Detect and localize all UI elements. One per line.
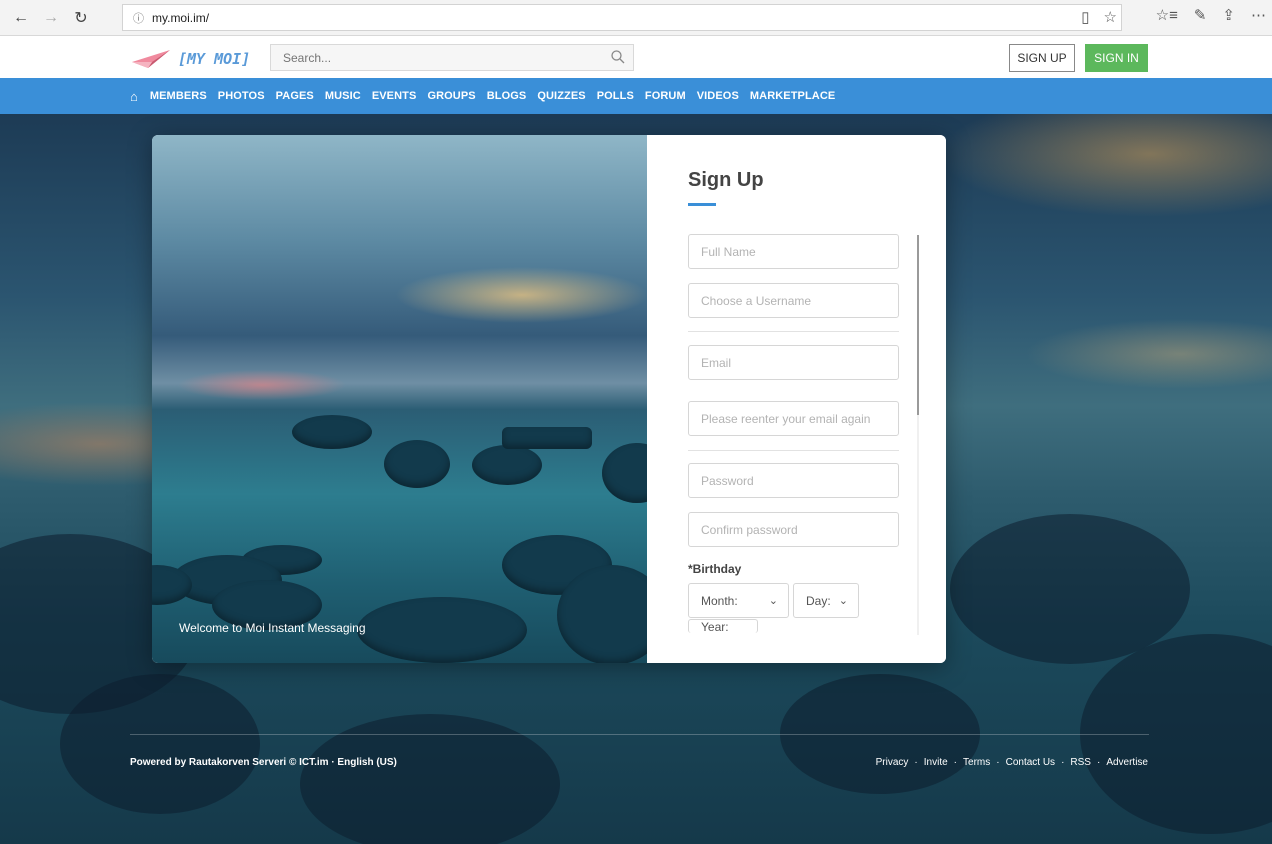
menu-item-forum[interactable]: FORUM bbox=[645, 90, 686, 102]
scrollbar-thumb[interactable] bbox=[917, 235, 919, 415]
browser-actions: ☆≡ ✎ ⇪ ⋯ bbox=[1156, 6, 1266, 24]
search-box[interactable] bbox=[270, 44, 634, 71]
logo-text: [MY MOI] bbox=[178, 50, 251, 68]
menu-item-quizzes[interactable]: QUIZZES bbox=[537, 90, 585, 102]
day-select[interactable]: Day: ⌄ bbox=[793, 583, 859, 618]
birthday-label: *Birthday bbox=[688, 562, 742, 576]
home-icon[interactable]: ⌂ bbox=[130, 89, 138, 104]
browser-toolbar: ← → ↻ ⓘ my.moi.im/ ▯ ☆ ☆≡ ✎ ⇪ ⋯ bbox=[0, 0, 1272, 36]
day-select-label: Day: bbox=[806, 593, 831, 608]
share-icon[interactable]: ⇪ bbox=[1222, 6, 1235, 24]
year-select-label: Year: bbox=[701, 620, 729, 633]
email-field[interactable] bbox=[688, 345, 899, 380]
address-bar[interactable]: ⓘ my.moi.im/ bbox=[122, 4, 1122, 31]
sign-up-button[interactable]: SIGN UP bbox=[1009, 44, 1075, 72]
footer-powered-by: Powered by Rautakorven Serveri © ICT.im … bbox=[130, 757, 397, 768]
menu-item-members[interactable]: MEMBERS bbox=[150, 90, 207, 102]
full-name-field[interactable] bbox=[688, 234, 899, 269]
menu-item-polls[interactable]: POLLS bbox=[597, 90, 634, 102]
card-image: Welcome to Moi Instant Messaging bbox=[152, 135, 672, 663]
menu-item-groups[interactable]: GROUPS bbox=[427, 90, 475, 102]
year-select[interactable]: Year: bbox=[688, 619, 758, 633]
site-logo[interactable]: [MY MOI] bbox=[130, 48, 250, 70]
welcome-text: Welcome to Moi Instant Messaging bbox=[179, 621, 366, 635]
password-confirm-field[interactable] bbox=[688, 512, 899, 547]
reading-view-icon[interactable]: ▯ bbox=[1081, 8, 1089, 26]
favorite-star-icon[interactable]: ☆ bbox=[1104, 8, 1117, 26]
form-title: Sign Up bbox=[688, 169, 764, 191]
refresh-icon[interactable]: ↻ bbox=[66, 3, 96, 33]
footer-links: Privacy · Invite · Terms · Contact Us · RSS ·… bbox=[875, 757, 1148, 768]
month-select[interactable]: Month: ⌄ bbox=[688, 583, 789, 618]
menu-item-events[interactable]: EVENTS bbox=[372, 90, 417, 102]
footer-link-privacy[interactable]: Privacy bbox=[876, 757, 909, 768]
pen-icon[interactable]: ✎ bbox=[1194, 6, 1207, 24]
menu-item-music[interactable]: MUSIC bbox=[325, 90, 361, 102]
divider bbox=[688, 331, 899, 332]
main-menu: ⌂ MEMBERS PHOTOS PAGES MUSIC EVENTS GROU… bbox=[0, 78, 1272, 114]
chevron-down-icon: ⌄ bbox=[838, 595, 848, 607]
menu-item-photos[interactable]: PHOTOS bbox=[218, 90, 265, 102]
favorites-list-icon[interactable]: ☆≡ bbox=[1156, 6, 1178, 24]
search-icon[interactable] bbox=[611, 50, 625, 64]
menu-item-pages[interactable]: PAGES bbox=[276, 90, 314, 102]
menu-item-videos[interactable]: VIDEOS bbox=[697, 90, 739, 102]
title-underline bbox=[688, 203, 716, 206]
chevron-down-icon: ⌄ bbox=[768, 595, 778, 607]
search-input[interactable] bbox=[283, 50, 583, 65]
back-icon[interactable]: ← bbox=[6, 3, 36, 33]
sign-in-button[interactable]: SIGN IN bbox=[1085, 44, 1148, 72]
footer-link-contact[interactable]: Contact Us bbox=[1006, 757, 1055, 768]
address-bar-icons: ▯ ☆ bbox=[1081, 8, 1117, 26]
footer-link-invite[interactable]: Invite bbox=[924, 757, 948, 768]
site-info-icon[interactable]: ⓘ bbox=[133, 10, 144, 26]
address-url: my.moi.im/ bbox=[152, 10, 210, 25]
signup-form: Sign Up *Birthday Month: ⌄ Day: ⌄ Year: bbox=[647, 135, 946, 663]
forward-icon[interactable]: → bbox=[36, 3, 66, 33]
menu-item-blogs[interactable]: BLOGS bbox=[487, 90, 527, 102]
username-field[interactable] bbox=[688, 283, 899, 318]
divider bbox=[688, 450, 899, 451]
paper-plane-icon bbox=[132, 50, 170, 68]
menu-item-marketplace[interactable]: MARKETPLACE bbox=[750, 90, 835, 102]
footer-link-terms[interactable]: Terms bbox=[963, 757, 990, 768]
signup-card: Welcome to Moi Instant Messaging Sign Up… bbox=[152, 135, 946, 663]
password-field[interactable] bbox=[688, 463, 899, 498]
footer-link-rss[interactable]: RSS bbox=[1070, 757, 1091, 768]
site-header: [MY MOI] SIGN UP SIGN IN bbox=[0, 36, 1272, 78]
email-confirm-field[interactable] bbox=[688, 401, 899, 436]
month-select-label: Month: bbox=[701, 593, 738, 608]
footer-link-advertise[interactable]: Advertise bbox=[1106, 757, 1148, 768]
footer-divider bbox=[130, 734, 1149, 735]
more-icon[interactable]: ⋯ bbox=[1251, 6, 1266, 24]
